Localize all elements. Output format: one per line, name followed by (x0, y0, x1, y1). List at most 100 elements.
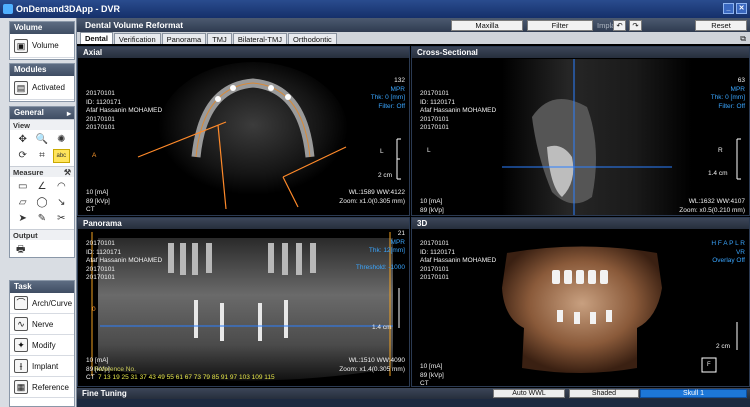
implant-icon: ⫲ (14, 359, 28, 373)
output-section-label: Output (10, 229, 74, 240)
panorama-marker: 0 (92, 306, 96, 313)
close-button[interactable]: ✕ (736, 3, 747, 14)
reset-view-icon[interactable]: ⌗ (33, 149, 50, 163)
axial-viewport[interactable]: Axial 20170101 ID: 1120171 Afaf Hassanin… (77, 46, 410, 216)
activated-button[interactable]: ▤ Activated (10, 76, 74, 100)
app-icon (3, 4, 13, 14)
cross-sectional-viewport[interactable]: Cross-Sectional 20170101 ID: 1120171 Afaf … (411, 46, 750, 216)
modify-label: Modify (32, 340, 56, 350)
print-icon[interactable]: 🖶 (14, 243, 70, 257)
3d-settings: H F A P L R VR Overlay Off (711, 240, 745, 264)
3d-exposure: 10 [mA] 89 [kVp] CT (420, 363, 444, 387)
volume-panel-header: Volume (10, 22, 74, 34)
panorama-ruler: 7 13 19 25 31 37 43 49 55 61 67 73 79 85… (98, 374, 275, 381)
axial-settings: 132 MPR Thk: 0 [mm] Filter: Off (370, 77, 405, 110)
modules-panel-header: Modules (10, 64, 74, 76)
cross-window-level: WL:1632 WW:4107 Zoom: x0.5(0.210 mm) (679, 198, 745, 214)
ellipse-icon[interactable]: ◯ (33, 196, 50, 210)
axial-marker: A (92, 152, 97, 159)
panorama-settings: 21 MPR Thk: 12[mm] Threshold: -1000 (355, 230, 405, 271)
axial-patient-info: 20170101 ID: 1120171 Afaf Hassanin MOHAMED… (86, 90, 163, 131)
delete-measure-icon[interactable]: ✂ (53, 212, 70, 226)
arch-curve-button[interactable]: ⌒ Arch/Curve (10, 293, 74, 314)
maxilla-button[interactable]: Maxilla (451, 20, 523, 31)
module-header: Dental Volume Reformat (77, 18, 750, 32)
tab-orthodontic[interactable]: Orthodontic (288, 33, 337, 44)
modules-panel: Modules ▤ Activated (9, 63, 75, 102)
general-panel-header: General ▸ (10, 107, 74, 119)
tab-dental[interactable]: Dental (80, 32, 113, 44)
reset-button[interactable]: Reset (695, 20, 747, 31)
panorama-viewport[interactable]: Panorama 20170101 ID: 1120171 Afaf Hassa… (77, 217, 410, 387)
cross-patient-info: 20170101 ID: 1120171 Afaf Hassanin MOHAMED… (420, 90, 497, 131)
modify-button[interactable]: ✦ Modify (10, 335, 74, 356)
arch-curve-icon: ⌒ (14, 296, 28, 310)
volume-button-label: Volume (32, 41, 59, 50)
tab-verification[interactable]: Verification (113, 33, 161, 44)
volume-icon: ▣ (14, 38, 28, 53)
minimize-button[interactable]: _ (723, 3, 734, 14)
tab-tmj[interactable]: TMJ (207, 33, 232, 44)
arc-icon[interactable]: ◠ (53, 180, 70, 194)
title-bar: OnDemand3DApp - DVR _ ✕ (0, 0, 750, 18)
panorama-scale: 1.4 cm (372, 324, 392, 331)
undo-button[interactable]: ↶ (613, 20, 626, 31)
reference-icon: ▦ (14, 380, 28, 394)
nerve-icon: ∿ (14, 317, 28, 331)
arch-curve-label: Arch/Curve (32, 298, 73, 308)
angle-icon[interactable]: ∠ (33, 180, 50, 194)
contrast-icon[interactable]: ✺ (53, 133, 70, 147)
implant-label: Implant (32, 361, 59, 371)
axial-orientation: L (380, 148, 384, 155)
3d-scale: 2 cm (716, 343, 731, 350)
task-panel-header: Task (10, 281, 74, 293)
reference-button[interactable]: ▦ Reference (10, 377, 74, 398)
arrow-icon[interactable]: ↘ (53, 196, 70, 210)
shaded-button[interactable]: Shaded (569, 389, 639, 398)
general-panel: General ▸ View ✥ 🔍 ✺ ⟳ ⌗ abc Measure ⚒ ▭ ∠… (9, 106, 75, 258)
orientation-cube[interactable]: F (707, 361, 711, 370)
output-tools: 🖶 (10, 240, 74, 260)
measure-settings-icon[interactable]: ⚒ (64, 167, 71, 178)
pan-icon[interactable]: ✥ (14, 133, 31, 147)
nerve-button[interactable]: ∿ Nerve (10, 314, 74, 335)
redo-button[interactable]: ↷ (629, 20, 642, 31)
cross-exposure: 10 [mA]89 [kVp]CT (420, 198, 444, 214)
auto-wwl-button[interactable]: Auto WWL (493, 389, 565, 398)
ruler-icon[interactable]: ▭ (14, 180, 31, 194)
module-title: Dental Volume Reformat (85, 20, 184, 30)
axial-scale: 2 cm (378, 172, 393, 179)
measure-tools: ▭ ∠ ◠ ▱ ◯ ↘ ➤ ✎ ✂ (10, 177, 74, 229)
tab-bilateral-tmj[interactable]: Bilateral-TMJ (232, 33, 287, 44)
nerve-label: Nerve (32, 319, 54, 329)
view-section-label: View (10, 119, 74, 130)
rotate-icon[interactable]: ⟳ (14, 149, 31, 163)
cross-settings: 63 MPR Thk: 0 [mm] Filter: Off (710, 77, 745, 110)
cross-orientation-left: L (427, 147, 431, 154)
text-annotation-button[interactable]: abc (52, 149, 70, 163)
zoom-icon[interactable]: 🔍 (33, 133, 50, 147)
profile-icon[interactable]: ▱ (14, 196, 31, 210)
implant-button[interactable]: ⫲ Implant (10, 356, 74, 377)
axial-window-level: WL:1589 WW:4122 Zoom: x1.0(0.305 mm) (339, 189, 405, 205)
preset-select[interactable]: Skull 1 (640, 389, 747, 398)
reference-label: Reference (32, 382, 69, 392)
fine-tuning-label: Fine Tuning (82, 389, 127, 398)
panorama-window-level: WL:1510 WW:4090 Zoom: x1.4(0.305 mm) (339, 357, 405, 373)
measure-section-label: Measure ⚒ (10, 166, 74, 177)
3d-patient-info: 20170101 ID: 1120171 Afaf Hassanin MOHAMED… (420, 240, 497, 281)
tab-bar: Dental Verification Panorama TMJ Bilater… (77, 32, 750, 44)
task-panel: Task ⌒ Arch/Curve ∿ Nerve ✦ Modify ⫲ Implant… (9, 280, 75, 407)
tab-panorama[interactable]: Panorama (161, 33, 207, 44)
filter-button[interactable]: Filter (527, 20, 593, 31)
module-icon: ▤ (14, 80, 28, 95)
note-icon[interactable]: ✎ (33, 212, 50, 226)
cross-scale: 1.4 cm (708, 170, 728, 177)
volume-button[interactable]: ▣ Volume (10, 34, 74, 58)
layout-toggle-icon[interactable]: ⧉ (740, 34, 746, 44)
modify-icon: ✦ (14, 338, 28, 352)
pointer-icon[interactable]: ➤ (14, 212, 31, 226)
main-area: Dental Volume Reformat Maxilla Filter Im… (77, 18, 750, 407)
3d-viewport[interactable]: 3D 20170101 ID: 1120171 Afaf Hassanin MOHA… (411, 217, 750, 387)
left-sidebar: Volume ▣ Volume Modules ▤ Activated Gene… (0, 18, 77, 407)
